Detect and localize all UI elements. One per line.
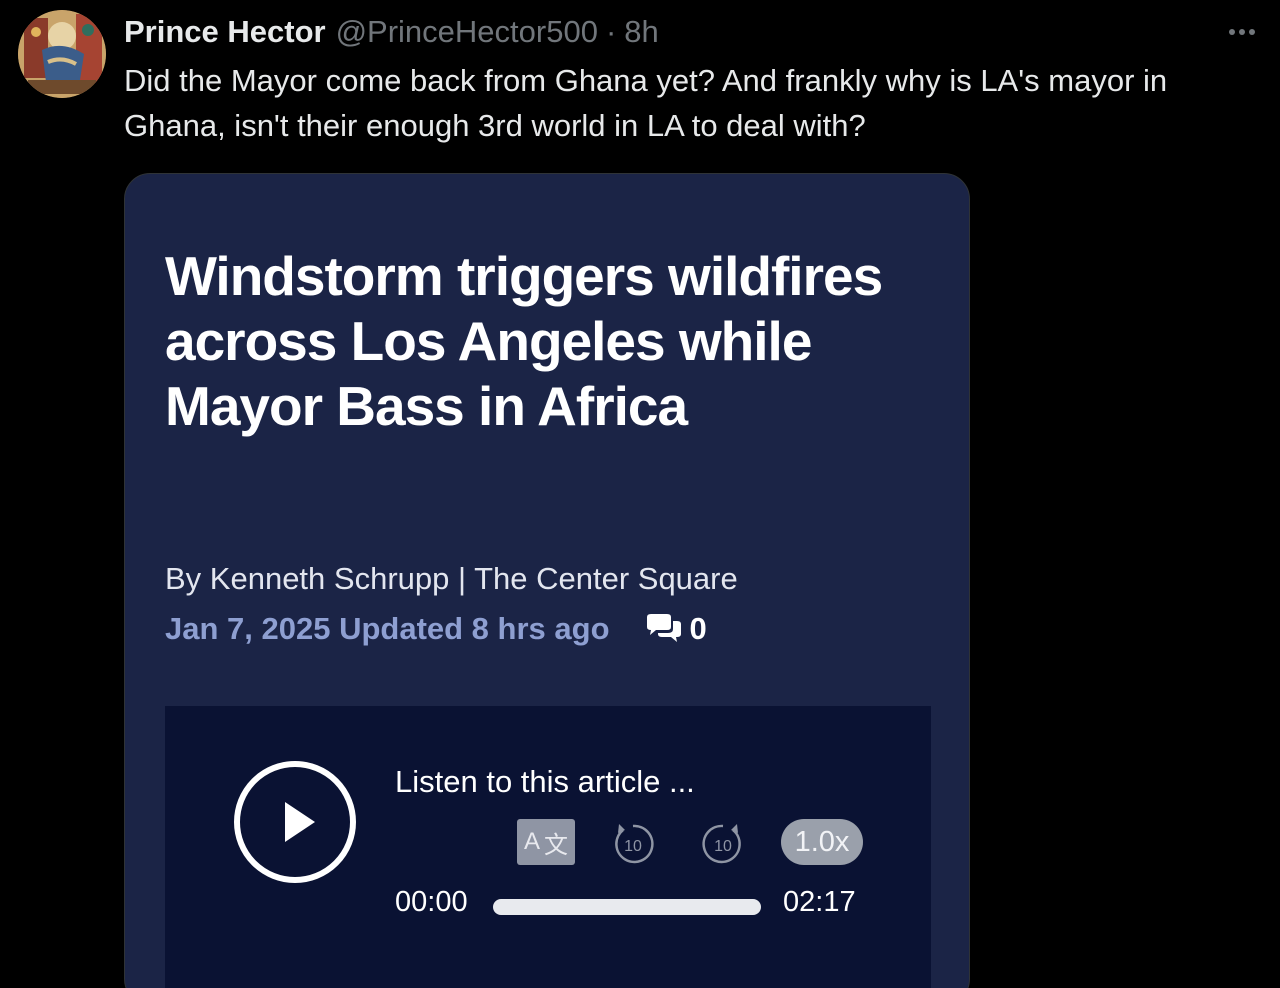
audio-player: Listen to this article ... A 文 10 10 1.0…: [165, 706, 931, 988]
skip-back-label: 10: [624, 838, 642, 855]
comment-bubbles-icon: [646, 614, 681, 642]
tweet-timestamp[interactable]: 8h: [624, 14, 658, 50]
article-date: Jan 7, 2025 Updated 8 hrs ago: [165, 611, 610, 646]
author-handle[interactable]: @PrinceHector500: [336, 14, 598, 50]
total-time: 02:17: [783, 886, 856, 918]
article-meta: Jan 7, 2025 Updated 8 hrs ago 0: [165, 611, 707, 647]
listen-label: Listen to this article ...: [395, 764, 695, 799]
author-name[interactable]: Prince Hector: [124, 14, 326, 50]
translate-label-zh: 文: [544, 831, 568, 859]
playback-speed-button[interactable]: 1.0x: [781, 819, 863, 865]
current-time: 00:00: [395, 886, 468, 918]
tweet-text: Did the Mayor come back from Ghana yet? …: [124, 63, 1168, 143]
article-headline: Windstorm triggers wildfires across Los …: [165, 245, 883, 437]
article-screenshot-card[interactable]: Windstorm triggers wildfires across Los …: [124, 173, 970, 988]
progress-bar[interactable]: [493, 899, 761, 915]
header-separator: ·: [605, 14, 617, 49]
tweet: Prince Hector @PrinceHector500 · 8h Did …: [0, 0, 1280, 988]
more-options-icon[interactable]: [1222, 18, 1262, 46]
forward-10-icon[interactable]: 10: [699, 820, 747, 868]
skip-forward-label: 10: [714, 838, 732, 855]
tweet-header: Prince Hector @PrinceHector500 · 8h: [124, 12, 659, 52]
comment-count: 0: [689, 611, 707, 646]
article-byline: By Kenneth Schrupp | The Center Square: [165, 561, 738, 596]
play-icon[interactable]: [233, 760, 357, 884]
rewind-10-icon[interactable]: 10: [609, 820, 657, 868]
translate-label-a: A: [523, 828, 540, 855]
avatar[interactable]: [18, 10, 106, 98]
translate-icon[interactable]: A 文: [517, 819, 575, 865]
